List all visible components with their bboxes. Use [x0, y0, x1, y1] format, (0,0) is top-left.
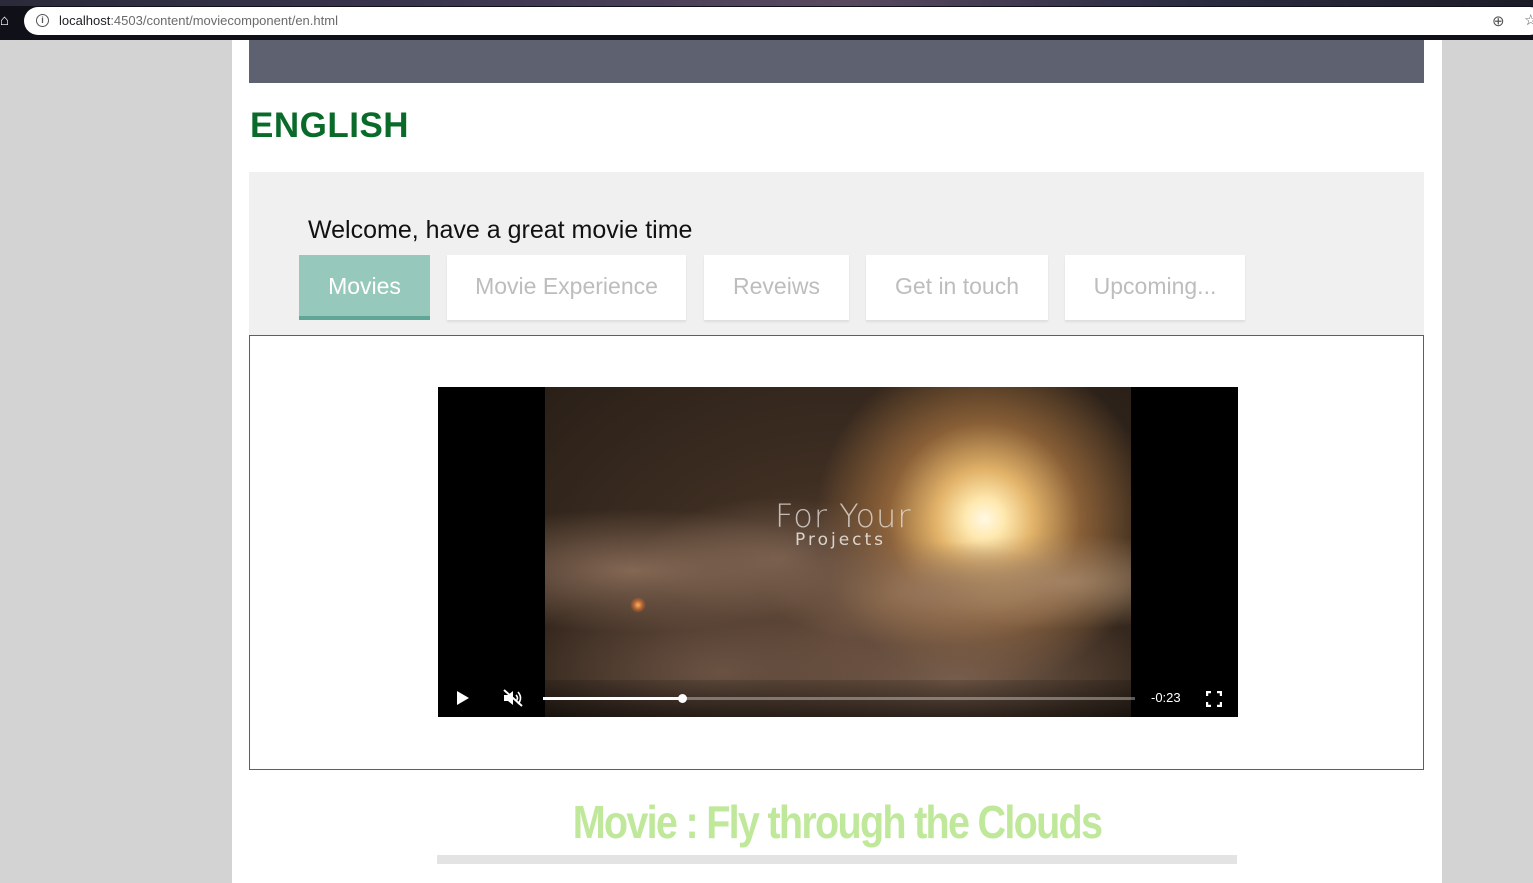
url-text[interactable]: localhost:4503/content/moviecomponent/en… — [59, 13, 338, 28]
progress-thumb[interactable] — [678, 694, 688, 703]
video-frame[interactable]: For Your Projects — [545, 387, 1131, 717]
page-container: ENGLISH Welcome, have a great movie time… — [232, 40, 1442, 883]
tab-label: Movie Experience — [475, 273, 658, 299]
tab-movies[interactable]: Movies — [299, 255, 430, 320]
info-icon[interactable]: i — [36, 14, 49, 27]
tab-label: Movies — [328, 273, 401, 299]
home-icon[interactable]: ⌂ — [0, 12, 14, 30]
tab-label: Upcoming... — [1093, 273, 1217, 299]
play-icon[interactable] — [457, 691, 469, 705]
title-underline — [437, 855, 1237, 864]
progress-fill — [543, 697, 683, 700]
fullscreen-icon[interactable] — [1206, 691, 1222, 707]
top-banner — [249, 40, 1424, 83]
welcome-text: Welcome, have a great movie time — [308, 216, 693, 244]
page-title: ENGLISH — [250, 106, 410, 145]
tab-label: Get in touch — [894, 273, 1020, 299]
tab-upcoming[interactable]: Upcoming... — [1065, 255, 1245, 320]
tab-movie-experience[interactable]: Movie Experience — [447, 255, 686, 320]
progress-bar[interactable] — [543, 694, 1135, 703]
browser-toolbar: ⌂ i localhost:4503/content/moviecomponen… — [0, 0, 1533, 40]
movie-title: Movie : Fly through the Clouds — [572, 796, 1103, 848]
tabs-panel: Welcome, have a great movie time Movies … — [249, 172, 1424, 335]
tab-content-panel: For Your Projects -0:23 — [249, 335, 1424, 770]
video-player[interactable]: For Your Projects -0:23 — [438, 387, 1238, 717]
video-glow — [630, 597, 646, 613]
video-caption-line2: Projects — [795, 530, 887, 550]
tab-reviews[interactable]: Reveiws — [704, 255, 849, 320]
mute-icon[interactable] — [502, 689, 524, 707]
url-path: :4503/content/moviecomponent/en.html — [110, 13, 338, 28]
address-bar[interactable]: i localhost:4503/content/moviecomponent/… — [24, 7, 1533, 35]
zoom-icon[interactable]: ⊕ — [1492, 12, 1505, 30]
star-icon[interactable]: ☆ — [1524, 11, 1533, 29]
time-remaining: -0:23 — [1151, 690, 1181, 705]
url-host: localhost — [59, 13, 111, 28]
tab-label: Reveiws — [733, 273, 820, 299]
tab-get-in-touch[interactable]: Get in touch — [866, 255, 1048, 320]
video-controls: -0:23 — [438, 680, 1238, 717]
browser-theme-strip — [0, 0, 1533, 6]
